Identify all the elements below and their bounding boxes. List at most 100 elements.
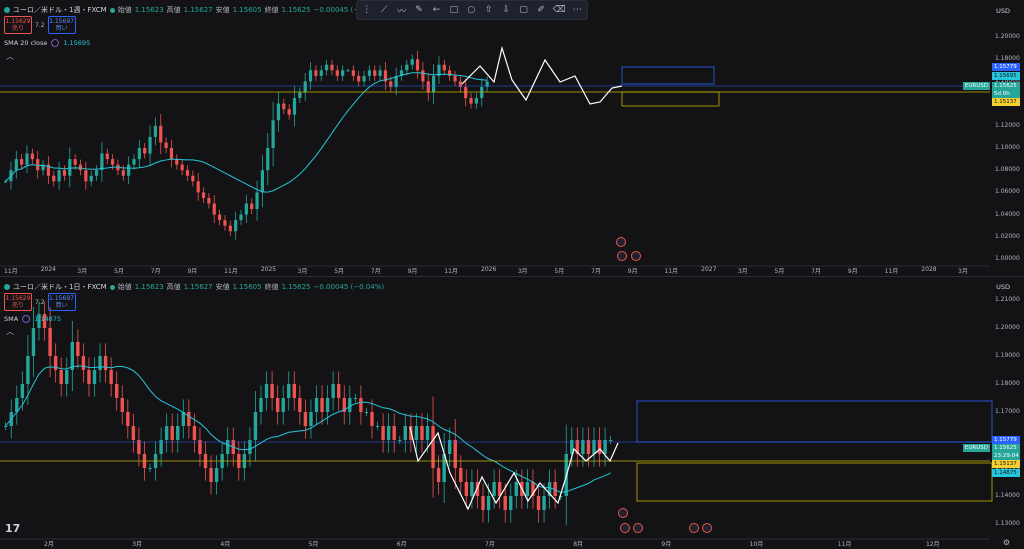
drag-handle-icon[interactable]: ⋮ [361,5,372,15]
candle-body [20,159,24,165]
candle-body [470,482,474,496]
open-key: 始値 [117,6,132,14]
y-axis-tick: 1.04000 [995,210,1020,218]
weekly-symbol-title[interactable]: ユーロ／米ドル・1週・FXCM [13,5,107,15]
low-key: 安値 [215,6,230,14]
candle-body [381,426,385,440]
spread-value: 7.2 [35,21,45,29]
candle-timer-tag: 5d 0h [992,90,1020,98]
sma-settings-icon[interactable] [51,39,60,47]
more-tool-icon[interactable]: ⋯ [572,5,583,15]
candle-body [121,170,125,176]
candle-body [4,181,8,183]
zigzag-pattern-line [461,45,623,105]
brush-tool-icon[interactable]: ✎ [413,5,424,15]
candle-body [84,170,88,182]
sma-line [5,365,611,494]
candle-body [364,412,369,413]
eraser-tool-icon[interactable]: ⌫ [553,5,566,15]
collapse-legend-icon[interactable]: ︿ [6,326,14,337]
candle-body [281,398,285,412]
sma-settings-icon[interactable] [22,315,31,323]
x-axis-tick: 5月 [308,541,319,548]
currency-label[interactable]: USD [996,7,1010,15]
candle-body [331,384,335,398]
candle-body [464,86,468,99]
close-value: 1.15625 [281,6,311,14]
x-axis-tick: 5月 [114,268,124,275]
event-flag-icon [631,251,641,261]
x-axis-tick: 3月 [77,268,88,275]
candle-body [196,181,200,193]
candle-body [425,426,430,440]
candle-body [319,70,323,76]
weekly-legend: ユーロ／米ドル・1週・FXCM 始値 1.15623 高値 1.15627 安値 1.… [4,5,384,15]
daily-chart-canvas[interactable] [0,277,1024,549]
arrow-up-tool-icon[interactable]: ⇧ [483,5,494,15]
daily-trade-buttons: 1.15629 売り 7.2 1.15697 買い [4,293,76,311]
candle-body [132,159,136,165]
pen-tool-icon[interactable]: ✐ [535,5,546,15]
currency-label[interactable]: USD [996,283,1010,291]
x-axis-tick: 5月 [774,268,785,275]
candle-body [298,92,302,99]
market-status-icon [109,284,115,290]
y-axis-tick: 1.19000 [995,352,1020,359]
candle-body [270,384,274,398]
candle-body [367,70,371,76]
sma-value: 1.14875 [34,315,62,323]
x-axis-tick: 11月 [664,268,679,275]
daily-chart-pane[interactable]: ユーロ／米ドル・1日・FXCM 始値 1.15623 高値 1.15627 安値 1.… [0,276,1024,549]
candle-body [234,220,238,232]
candle-body [214,468,219,482]
circle-tool-icon[interactable]: ○ [466,5,477,15]
candle-body [185,170,190,176]
symbol-tag: EURUSD [962,444,990,452]
candle-body [282,103,286,110]
candle-body [481,496,485,510]
weekly-sma-legend[interactable]: SMA 20 close 1.15695 [4,39,90,47]
rectangle-tool-icon[interactable]: □ [448,5,459,15]
candle-body [36,159,40,171]
event-flag-icon [702,523,712,533]
arrow-tool-icon[interactable]: ← [431,5,442,15]
target-box-blue [621,66,715,85]
line-tool-icon[interactable]: ⟋ [378,5,389,15]
x-axis-tick: 12月 [926,541,940,548]
event-flag-icon [618,508,628,518]
daily-symbol-title[interactable]: ユーロ／米ドル・1日・FXCM [13,282,107,292]
daily-sma-legend[interactable]: SMA 1.14875 [4,315,61,323]
x-axis-tick: 3月 [958,268,968,275]
arrow-down-tool-icon[interactable]: ⇩ [501,5,512,15]
candle-body [70,342,74,370]
symbol-logo-icon [4,7,10,13]
buy-button[interactable]: 1.15697 買い [47,293,76,311]
weekly-chart-pane[interactable]: ユーロ／米ドル・1週・FXCM 始値 1.15623 高値 1.15627 安値 1.… [0,0,1024,275]
zigzag-pattern-line [409,426,619,511]
weekly-chart-canvas[interactable] [0,0,1024,274]
tradingview-logo[interactable]: 17 [5,522,20,535]
price-tag-upper: 1.15779 [992,436,1020,444]
candle-body [608,440,613,441]
path-tool-icon[interactable]: 〰 [396,4,407,17]
candle-body [442,64,446,71]
settings-icon[interactable]: ⚙ [1003,538,1010,547]
candle-body [536,496,541,510]
sell-button[interactable]: 1.15629 売り [4,293,32,311]
candle-body [359,398,363,412]
symbol-logo-icon [4,284,10,290]
collapse-legend-icon[interactable]: ︿ [6,51,14,62]
open-value: 1.15623 [134,6,164,14]
x-axis-tick: 6月 [396,541,407,548]
callout-tool-icon[interactable]: ▢ [518,5,529,15]
buy-button[interactable]: 1.15697 買い [47,16,76,34]
x-axis-tick: 9月 [847,268,858,275]
sell-button[interactable]: 1.15629 売り [4,16,32,34]
sma-line [5,72,488,193]
candle-body [127,164,131,176]
candle-body [287,109,291,115]
candle-body [292,98,297,115]
candle-body [31,328,36,356]
price-tag-upper: 1.15779 [992,63,1020,71]
candle-body [375,426,380,427]
